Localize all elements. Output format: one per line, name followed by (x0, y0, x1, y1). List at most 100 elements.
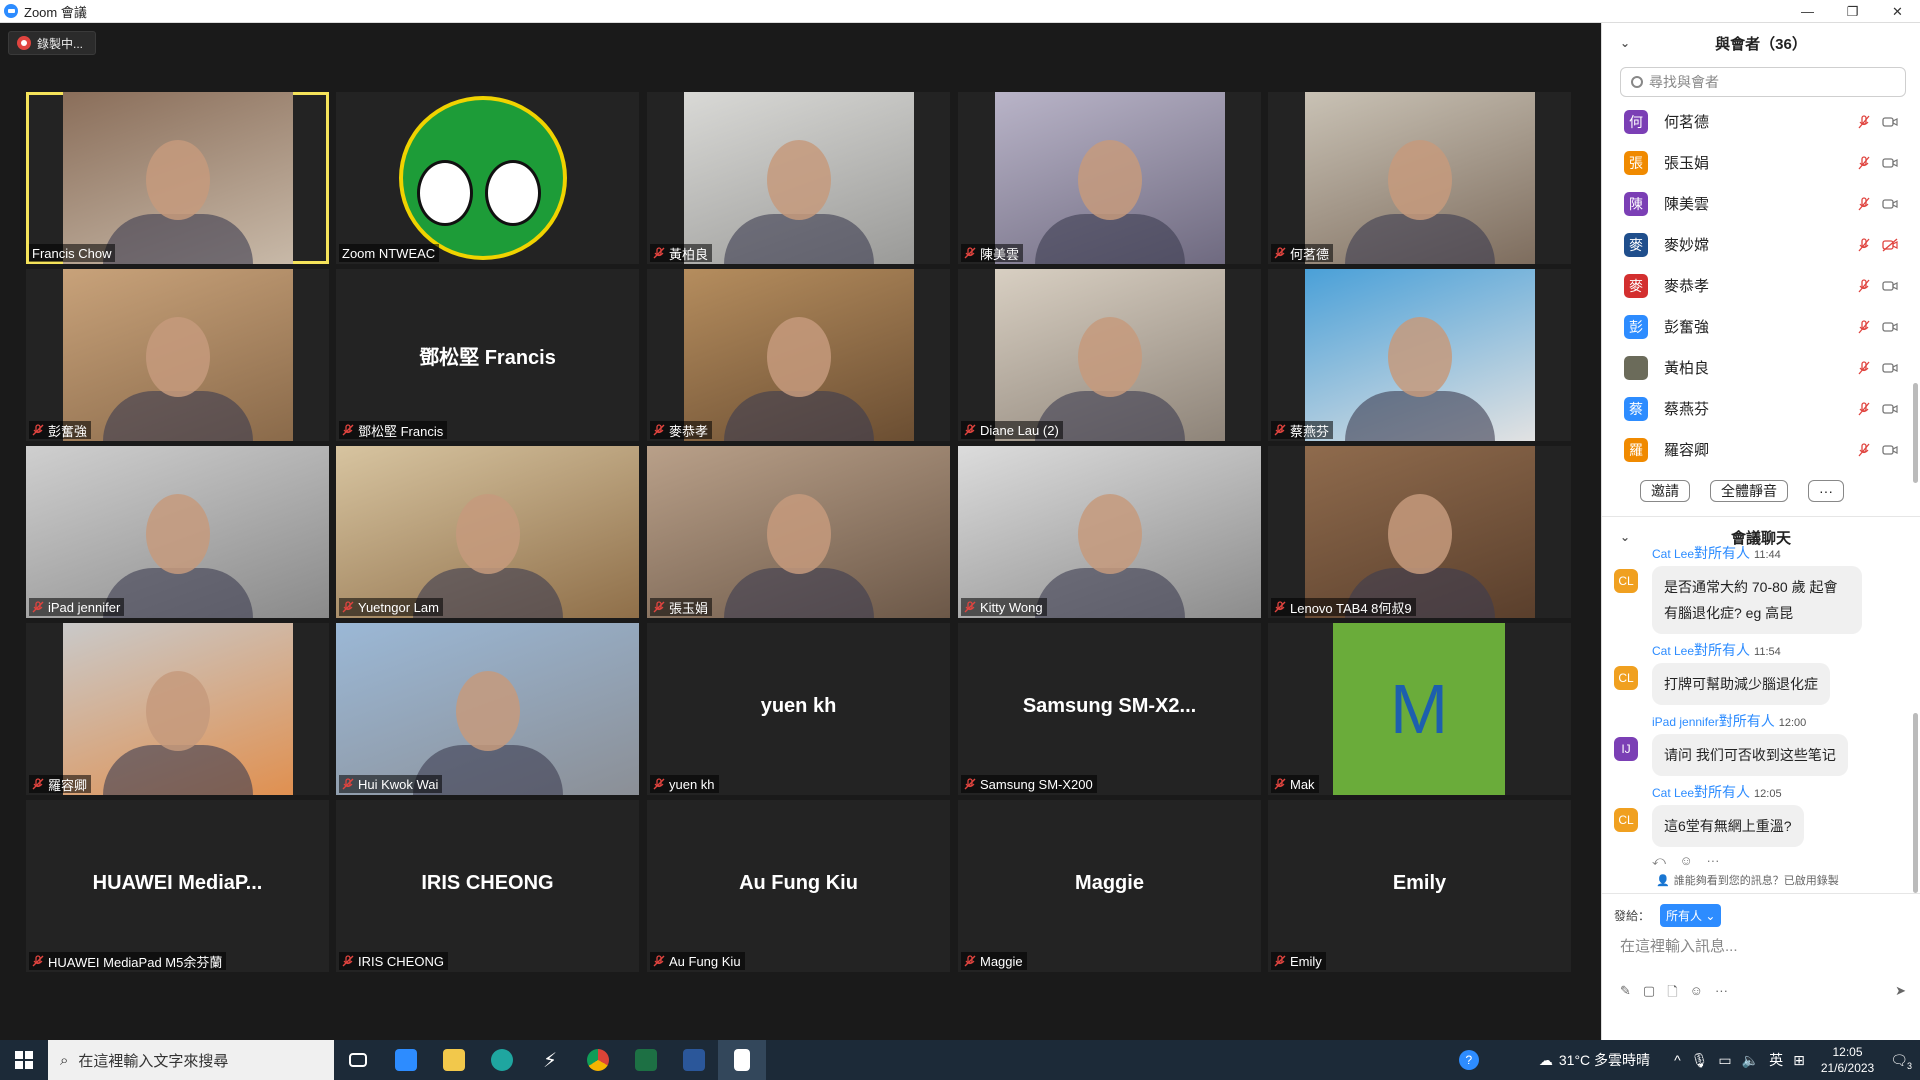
reply-icon[interactable]: ⤺ (1652, 853, 1666, 868)
chat-message[interactable]: iPad jennifer對所有人 12:00 IJ 请问 我们可否收到这些笔记 (1602, 711, 1920, 776)
chat-message[interactable]: Cat Lee對所有人 11:54 CL 打牌可幫助減少腦退化症 (1602, 640, 1920, 705)
file-explorer-icon[interactable] (430, 1040, 478, 1080)
video-tile-pang-fan-keung[interactable]: 彭奮強 (26, 269, 329, 441)
app-bolt-icon[interactable]: ⚡ (526, 1040, 574, 1080)
restore-button[interactable]: ❐ (1830, 0, 1875, 23)
video-tile-au-fung-kiu[interactable]: Au Fung Kiu Au Fung Kiu (647, 800, 950, 972)
collapse-participants-icon[interactable]: ⌄ (1620, 36, 1630, 50)
more-options-button[interactable]: ··· (1808, 480, 1844, 502)
emoji-icon[interactable]: ☺ (1690, 983, 1703, 1005)
video-tile-chan-mei-wan[interactable]: 陳美雲 (958, 92, 1261, 264)
participant-search-input[interactable]: 尋找與會者 (1620, 67, 1906, 97)
taskbar-search-input[interactable]: ⌕ 在這裡輸入文字來搜尋 (48, 1040, 334, 1080)
video-tile-francis-chow[interactable]: Francis Chow (26, 92, 329, 264)
video-tile-samsung[interactable]: Samsung SM-X2... Samsung SM-X200 (958, 623, 1261, 795)
participant-row[interactable]: 麥麥妙嫦 (1602, 224, 1920, 265)
video-tile-ho-ming-tak[interactable]: 何茗德 (1268, 92, 1571, 264)
video-tile-lenovo-tab4[interactable]: Lenovo TAB4 8何叔9 (1268, 446, 1571, 618)
video-tile-maggie[interactable]: Maggie Maggie (958, 800, 1261, 972)
chat-scrollbar[interactable] (1913, 713, 1918, 893)
muted-mic-icon[interactable] (1856, 237, 1872, 253)
clock[interactable]: 12:05 21/6/2023 (1805, 1044, 1890, 1076)
chat-sender[interactable]: Cat Lee (1652, 786, 1694, 800)
participant-row[interactable]: 何何茗德 (1602, 101, 1920, 142)
more-icon[interactable]: ··· (1706, 853, 1719, 868)
video-tile-zoom-ntweac[interactable]: Zoom NTWEAC (336, 92, 639, 264)
chat-more-icon[interactable]: ··· (1715, 983, 1728, 1005)
network-icon[interactable]: ▭ (1718, 1052, 1731, 1069)
screenshot-icon[interactable]: ▢ (1643, 983, 1655, 1005)
muted-mic-icon[interactable] (1856, 155, 1872, 171)
video-camera-icon[interactable] (1882, 196, 1898, 212)
video-tile-huawei[interactable]: HUAWEI MediaP... HUAWEI MediaPad M5余芬蘭 (26, 800, 329, 972)
participants-scrollbar[interactable] (1913, 383, 1918, 483)
video-tile-mak-kung-hau[interactable]: 麥恭孝 (647, 269, 950, 441)
video-off-icon[interactable] (1882, 237, 1898, 253)
muted-mic-icon[interactable] (1856, 401, 1872, 417)
ime-mode-icon[interactable]: ⊞ (1793, 1052, 1805, 1069)
chat-message[interactable]: Cat Lee對所有人 11:44 CL 是否通常大約 70-80 歲 起會有腦退化症… (1602, 543, 1920, 634)
participant-row[interactable]: 羅羅容卿 (1602, 429, 1920, 470)
chrome-icon[interactable] (574, 1040, 622, 1080)
volume-icon[interactable]: 🔈 (1742, 1052, 1759, 1069)
send-to-dropdown[interactable]: 所有人 ⌄ (1660, 904, 1722, 927)
participant-row[interactable]: 張張玉娟 (1602, 142, 1920, 183)
excel-icon[interactable] (622, 1040, 670, 1080)
muted-mic-icon[interactable] (1856, 360, 1872, 376)
video-camera-icon[interactable] (1882, 155, 1898, 171)
notepad-icon[interactable] (718, 1040, 766, 1080)
video-camera-icon[interactable] (1882, 114, 1898, 130)
format-icon[interactable]: ✎ (1620, 983, 1631, 1005)
muted-mic-icon[interactable] (1856, 114, 1872, 130)
collapse-chat-icon[interactable]: ⌄ (1620, 530, 1630, 544)
video-tile-hui-kwok-wai[interactable]: Hui Kwok Wai (336, 623, 639, 795)
store-icon[interactable] (382, 1040, 430, 1080)
invite-button[interactable]: 邀請 (1640, 480, 1690, 502)
close-button[interactable]: ✕ (1875, 0, 1920, 23)
video-camera-icon[interactable] (1882, 401, 1898, 417)
recording-indicator[interactable]: 錄製中... (8, 31, 97, 55)
chat-sender[interactable]: iPad jennifer (1652, 715, 1719, 729)
video-tile-emily[interactable]: Emily Emily (1268, 800, 1571, 972)
video-tile-tang-chung-kin[interactable]: 鄧松堅 Francis 鄧松堅 Francis (336, 269, 639, 441)
participant-row[interactable]: 蔡蔡燕芬 (1602, 388, 1920, 429)
muted-mic-icon[interactable] (1856, 196, 1872, 212)
ime-indicator[interactable]: 英 (1769, 1050, 1783, 1070)
muted-mic-icon[interactable] (1856, 319, 1872, 335)
chat-sender[interactable]: Cat Lee (1652, 547, 1694, 561)
video-tile-wong-pak-leung[interactable]: 黃柏良 (647, 92, 950, 264)
video-camera-icon[interactable] (1882, 319, 1898, 335)
chat-input[interactable]: 在這裡輸入訊息... (1602, 927, 1920, 983)
help-icon[interactable]: ? (1458, 1050, 1479, 1070)
minimize-button[interactable]: — (1785, 0, 1830, 23)
video-tile-ipad-jennifer[interactable]: iPad jennifer (26, 446, 329, 618)
video-tile-iris-cheong[interactable]: IRIS CHEONG IRIS CHEONG (336, 800, 639, 972)
video-camera-icon[interactable] (1882, 360, 1898, 376)
notification-center-icon[interactable]: 🗨 3 (1890, 1052, 1912, 1071)
video-tile-choi-yin-fun[interactable]: 蔡燕芬 (1268, 269, 1571, 441)
show-hidden-icons[interactable]: ^ (1674, 1052, 1681, 1068)
video-tile-yuetngor-lam[interactable]: Yuetngor Lam (336, 446, 639, 618)
mute-all-button[interactable]: 全體靜音 (1710, 480, 1788, 502)
video-camera-icon[interactable] (1882, 442, 1898, 458)
video-tile-diane-lau[interactable]: Diane Lau (2) (958, 269, 1261, 441)
mic-tray-icon[interactable]: 🎙 (1691, 1052, 1709, 1069)
chat-message[interactable]: Cat Lee對所有人 12:05 CL 這6堂有無網上重溫? (1602, 782, 1920, 847)
video-tile-kitty-wong[interactable]: Kitty Wong (958, 446, 1261, 618)
muted-mic-icon[interactable] (1856, 278, 1872, 294)
word-icon[interactable] (670, 1040, 718, 1080)
chat-privacy-notice[interactable]: 👤 誰能夠看到您的訊息？已啟用錄製 (1602, 871, 1920, 889)
chat-sender[interactable]: Cat Lee (1652, 644, 1694, 658)
start-button[interactable] (0, 1040, 48, 1080)
file-icon[interactable]: 🗋 (1667, 983, 1677, 1005)
video-tile-law-yung-hing[interactable]: 羅容卿 (26, 623, 329, 795)
video-tile-mak[interactable]: M Mak (1268, 623, 1571, 795)
participant-row[interactable]: 陳陳美雲 (1602, 183, 1920, 224)
video-tile-yuen-kh[interactable]: yuen kh yuen kh (647, 623, 950, 795)
video-camera-icon[interactable] (1882, 278, 1898, 294)
participant-row[interactable]: 黃柏良 (1602, 347, 1920, 388)
send-icon[interactable]: ➤ (1895, 983, 1906, 1005)
video-tile-cheung-yuk-kuen[interactable]: 張玉娟 (647, 446, 950, 618)
emoji-react-icon[interactable]: ☺ (1680, 853, 1693, 868)
task-view-icon[interactable] (334, 1040, 382, 1080)
